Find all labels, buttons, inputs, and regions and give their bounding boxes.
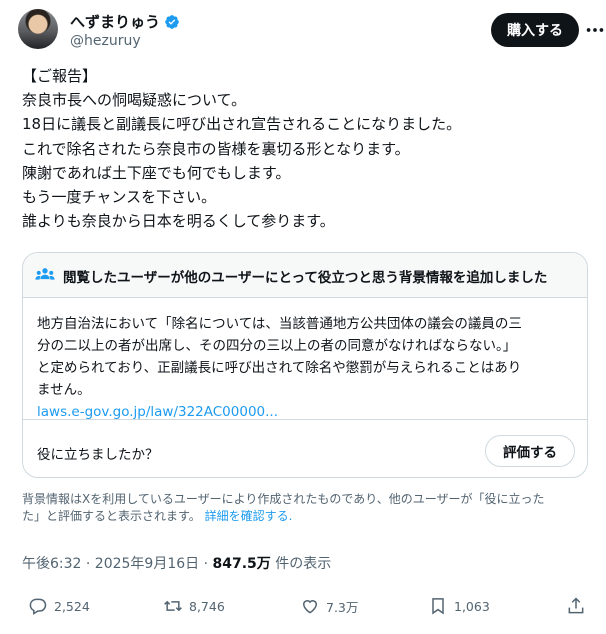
note-line: ません。 <box>37 382 91 398</box>
community-note-header: 閲覧したユーザーが他のユーザーにとって役立つと思う背景情報を追加しました <box>23 253 587 298</box>
rate-button[interactable]: 評価する <box>485 435 575 467</box>
more-icon[interactable] <box>584 19 606 41</box>
buy-button[interactable]: 購入する <box>491 13 579 47</box>
tweet-line: 【ご報告】 <box>22 67 98 85</box>
like-button[interactable]: 7.3万 <box>300 596 358 616</box>
view-label: 件の表示 <box>270 556 332 572</box>
bookmark-icon <box>432 598 444 615</box>
tweet-meta: 午後6:32 · 2025年9月16日 · 847.5万 件の表示 <box>22 553 331 573</box>
disclaimer-text: た」と評価すると表示されます。 <box>22 509 201 523</box>
learn-more-link[interactable]: 詳細を確認する. <box>205 509 293 523</box>
bookmark-button[interactable]: 1,063 <box>428 596 490 616</box>
disclaimer-line: 背景情報はXを利用しているユーザーにより作成されたものであり、他のユーザーが「役… <box>22 492 545 506</box>
repost-count: 8,746 <box>189 598 225 614</box>
note-line: 分の二以上の者が出席し、その四分の三以上の者の同意がなければならない。」 <box>37 338 517 354</box>
tweet-line: 18日に議長と副議長に呼び出され宣告されることになりました。 <box>22 115 462 134</box>
note-disclaimer: 背景情報はXを利用しているユーザーにより作成されたものであり、他のユーザーが「役… <box>22 491 592 525</box>
note-line: と定められており、正副議長に呼び出されて除名や懲罰が与えられることはあり <box>37 360 522 376</box>
reply-count: 2,524 <box>54 598 90 614</box>
tweet-line: 奈良市長への恫喝疑惑について。 <box>22 91 247 110</box>
share-button[interactable] <box>566 596 586 616</box>
tweet-header: へずまりゅう @hezuruy 購入する <box>18 9 604 53</box>
like-count: 7.3万 <box>326 599 359 615</box>
reply-button[interactable]: 2,524 <box>28 596 90 616</box>
action-bar: 2,524 8,746 7.3万 1,063 <box>0 596 606 632</box>
user-handle[interactable]: @hezuruy <box>70 33 141 49</box>
community-note-title: 閲覧したユーザーが他のユーザーにとって役立つと思う背景情報を追加しました <box>63 270 548 286</box>
community-note-body: 地方自治法において「除名については、当該普通地方公共団体の議会の議員の三 分の二… <box>37 313 577 423</box>
heart-icon <box>302 600 318 614</box>
divider <box>23 419 587 420</box>
note-helpful-question: 役に立ちましたか？ <box>37 447 159 463</box>
repost-button[interactable]: 8,746 <box>163 596 225 616</box>
community-note: 閲覧したユーザーが他のユーザーにとって役立つと思う背景情報を追加しました 地方自… <box>22 252 588 478</box>
share-icon <box>568 597 584 614</box>
tweet-line: これで除名されたら奈良市の皆様を裏切る形となります。 <box>22 139 410 158</box>
bookmark-count: 1,063 <box>454 598 490 614</box>
tweet-line: 誰よりも奈良から日本を明るくして参ります。 <box>22 212 335 231</box>
reply-icon <box>29 598 47 615</box>
timestamp[interactable]: 午後6:32 · 2025年9月16日 · <box>22 556 213 572</box>
tweet-line: 陳謝であれば土下座でも何でもします。 <box>22 163 291 182</box>
note-line: 地方自治法において「除名については、当該普通地方公共団体の議会の議員の三 <box>37 316 522 332</box>
avatar[interactable] <box>18 9 58 49</box>
users-icon <box>35 268 55 280</box>
tweet-line: もう一度チャンスを下さい。 <box>22 188 217 207</box>
verified-badge-icon <box>165 14 179 29</box>
disclaimer-line: た」と評価すると表示されます。 詳細を確認する. <box>22 508 592 525</box>
name-row: へずまりゅう <box>70 11 180 32</box>
repost-icon <box>164 600 182 612</box>
tweet-text: 【ご報告】 奈良市長への恫喝疑惑について。 18日に議長と副議長に呼び出され宣告… <box>22 64 592 233</box>
view-count: 847.5万 <box>212 556 271 572</box>
display-name[interactable]: へずまりゅう <box>70 11 160 32</box>
